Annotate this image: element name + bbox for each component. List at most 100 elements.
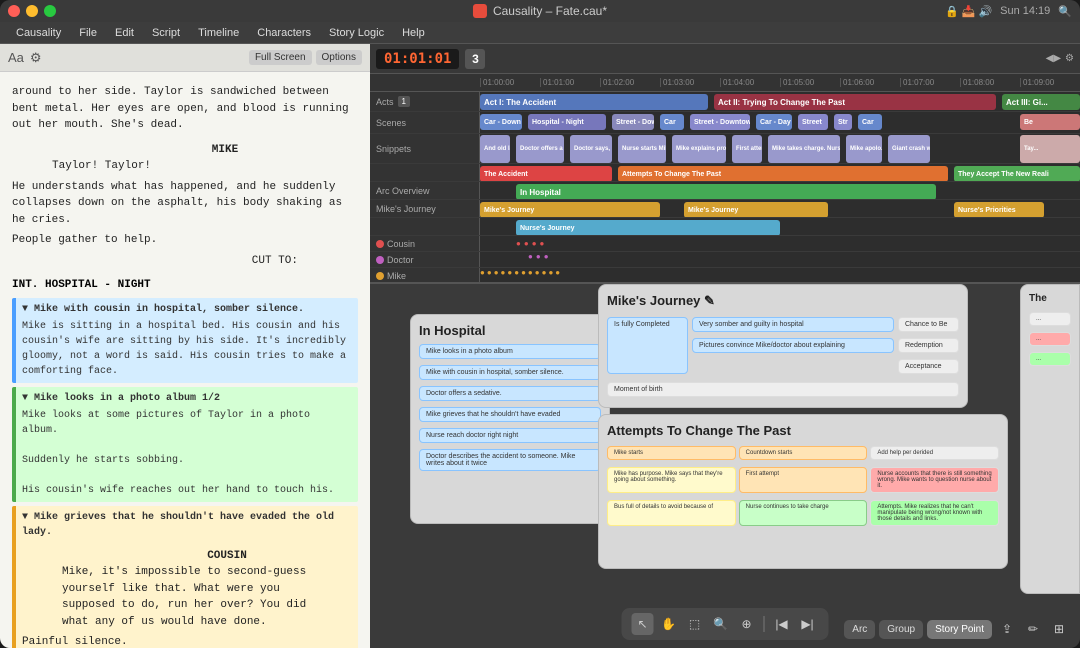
options-btn[interactable]: Options [316,50,362,65]
mj-card-4[interactable]: Chance to Be [898,317,959,332]
snip-5[interactable]: Mike explains process... [672,135,726,163]
snip-4[interactable]: Nurse starts Mike describ the acc [618,135,666,163]
scene-block-1[interactable]: ▼ Mike with cousin in hospital, somber s… [12,298,358,383]
menu-help[interactable]: Help [394,25,433,41]
att-card-3[interactable]: Add help per derided [870,446,999,460]
arc-mode-btn[interactable]: Arc [844,620,875,639]
arrow-tool[interactable]: ↖ [632,613,654,635]
menu-edit[interactable]: Edit [107,25,142,41]
doctor-dot [376,256,384,264]
in-hospital-card-1[interactable]: Mike looks in a photo album [419,344,601,359]
edit-icon[interactable]: ✏ [1022,618,1044,640]
in-hospital-card-3[interactable]: Doctor offers a sedative. [419,386,601,401]
scene-hospital-night[interactable]: Hospital - Night [528,114,606,130]
menu-timeline[interactable]: Timeline [190,25,247,41]
nurses-journey-label [370,218,480,235]
act-1-bar[interactable]: Act I: The Accident [480,94,708,110]
act-3-bar[interactable]: Act III: Gi... [1002,94,1080,110]
in-hospital-card-2[interactable]: Mike with cousin in hospital, somber sil… [419,365,601,380]
mj-card-3[interactable]: Pictures convince Mike/doctor about expl… [692,338,894,353]
timeline-icon-1[interactable]: ◀▶ [1046,53,1061,64]
snip-3[interactable]: Doctor says, Mike talk [570,135,612,163]
in-hospital-card-6[interactable]: Doctor describes the accident to someone… [419,449,601,471]
snip-10[interactable]: Tay... [1020,135,1080,163]
mj-earth[interactable]: Moment of birth [607,382,959,397]
mikes-journey-bar-1[interactable]: Mike's Journey [480,202,660,217]
scene-str[interactable]: Str [834,114,852,130]
mikes-journey-bar-2[interactable]: Mike's Journey [684,202,828,217]
full-screen-btn[interactable]: Full Screen [249,50,312,65]
step-forward-tool[interactable]: ▶| [797,613,819,635]
hand-tool[interactable]: ✋ [658,613,680,635]
character-mike-1: MIKE [92,142,358,159]
scene-car-down[interactable]: Car - Down [480,114,522,130]
cousin-track-label: Cousin [370,236,480,251]
attempts-bar[interactable]: Attempts To Change The Past [618,166,948,181]
rg-card-3[interactable]: ... [1029,352,1071,366]
mj-card-1[interactable]: Is fully Completed [607,317,688,374]
scene-street-down[interactable]: Street - Down [612,114,654,130]
menu-story-logic[interactable]: Story Logic [321,25,392,41]
grid-icon[interactable]: ⊞ [1048,618,1070,640]
scene-car-day[interactable]: Car - Day [756,114,792,130]
nurses-priorities-bar[interactable]: Nurse's Priorities [954,202,1044,217]
scene-street[interactable]: Street [798,114,828,130]
close-button[interactable] [8,5,20,17]
scene-street-downtown[interactable]: Street - Downtown - Day [690,114,750,130]
menu-characters[interactable]: Characters [249,25,319,41]
menu-script[interactable]: Script [144,25,188,41]
timeline-icon-2[interactable]: ⚙ [1065,53,1074,64]
mj-card-5[interactable]: Redemption [898,338,959,353]
in-hospital-group[interactable]: In Hospital Mike looks in a photo album … [410,314,610,524]
scenes-track: Scenes Car - Down Hospital - Night Stree… [370,112,1080,134]
maximize-button[interactable] [44,5,56,17]
right-group-cards: ... ... ... [1029,310,1071,368]
att-card-9[interactable]: Attempts. Mike realizes that he can't ma… [870,500,999,526]
menu-file[interactable]: File [71,25,105,41]
step-back-tool[interactable]: |◀ [771,613,793,635]
rg-card-1[interactable]: ... [1029,312,1071,326]
att-card-4[interactable]: Mike has purpose. Mike says that they're… [607,467,736,493]
att-card-6[interactable]: Nurse accounts that there is still somet… [870,467,999,493]
the-accident-bar[interactable]: The Accident [480,166,612,181]
attempts-group[interactable]: Attempts To Change The Past Mike starts … [598,414,1008,569]
nurses-journey-bar[interactable]: Nurse's Journey [516,220,780,235]
menu-causality[interactable]: Causality [8,25,69,41]
group-mode-btn[interactable]: Group [879,620,923,639]
minimize-button[interactable] [26,5,38,17]
att-card-7[interactable]: Bus full of details to avoid because of [607,500,736,526]
snip-2[interactable]: Doctor offers a sedative... [516,135,564,163]
they-accept-bar[interactable]: They Accept The New Reali [954,166,1080,181]
mikes-journey-group[interactable]: Mike's Journey ✎ Is fully Completed Very… [598,284,968,408]
in-hospital-card-4[interactable]: Mike grieves that he shouldn't have evad… [419,407,601,422]
snip-1[interactable]: And old lady walks out [480,135,510,163]
mj-card-6[interactable]: Acceptance [898,359,959,374]
zoom-out-tool[interactable]: 🔍 [710,613,732,635]
scene-block-2[interactable]: ▼ Mike looks in a photo album 1/2 Mike l… [12,387,358,502]
att-card-5[interactable]: First attempt [739,467,868,493]
story-point-mode-btn[interactable]: Story Point [927,620,992,639]
right-group[interactable]: The ... ... ... [1020,284,1080,594]
att-card-8[interactable]: Nurse continues to take charge [739,500,868,526]
zoom-in-tool[interactable]: ⊕ [736,613,758,635]
scene-car-2[interactable]: Car [858,114,882,130]
snip-6[interactable]: First attem & Taylo [732,135,762,163]
script-content[interactable]: around to her side. Taylor is sandwiched… [0,72,370,648]
att-card-1[interactable]: Mike starts [607,446,736,460]
story-canvas[interactable]: In Hospital Mike looks in a photo album … [370,284,1080,648]
scene-block-3[interactable]: ▼ Mike grieves that he shouldn't have ev… [12,506,358,648]
att-card-2[interactable]: Countdown starts [739,446,868,460]
in-hospital-card-5[interactable]: Nurse reach doctor right night [419,428,601,443]
rg-card-2[interactable]: ... [1029,332,1071,346]
in-hospital-bar[interactable]: In Hospital [516,184,936,199]
scene-car-1[interactable]: Car [660,114,684,130]
rect-select-tool[interactable]: ⬚ [684,613,706,635]
snip-9[interactable]: Giant crash with gasoline truck. [888,135,930,163]
share-icon[interactable]: ⇪ [996,618,1018,640]
scene-be[interactable]: Be [1020,114,1080,130]
act-2-bar[interactable]: Act II: Trying To Change The Past [714,94,996,110]
snip-7[interactable]: Mike takes charge. Nurse causes... [768,135,840,163]
snip-8[interactable]: Mike apolo... inq. [846,135,882,163]
mj-card-2[interactable]: Very somber and guilty in hospital [692,317,894,332]
search-icon[interactable]: 🔍 [1058,5,1072,18]
